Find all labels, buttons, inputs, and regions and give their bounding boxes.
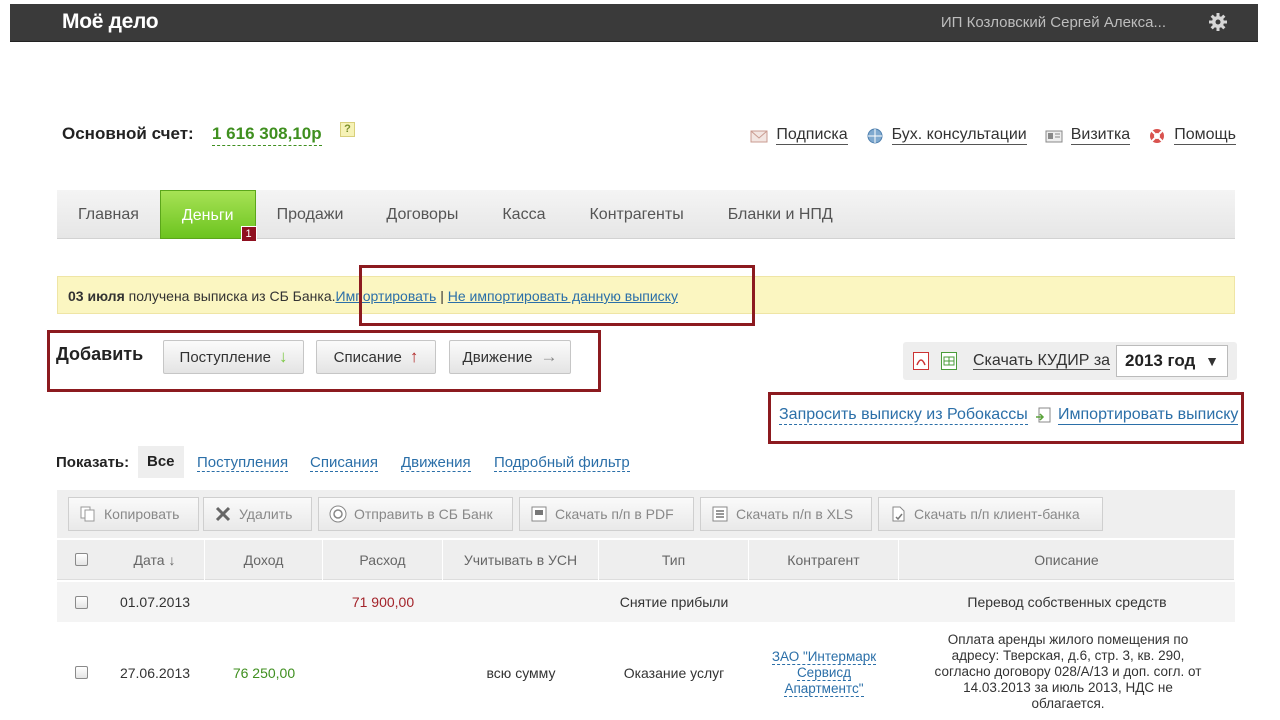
- row-usn: всю сумму: [486, 665, 556, 681]
- download-client-bank-label: Скачать п/п клиент-банка: [914, 506, 1080, 522]
- delete-button[interactable]: Удалить: [203, 497, 312, 531]
- table-header: Дата ↓ Доход Расход Учитывать в УСН Тип …: [57, 540, 1235, 580]
- subscription-link[interactable]: Подписка: [750, 126, 848, 145]
- pdf-file-icon[interactable]: [913, 352, 929, 370]
- main-nav: Главная Деньги 1 Продажи Договоры Касса …: [57, 190, 1235, 242]
- col-description: Описание: [899, 540, 1235, 580]
- xls-icon: [712, 506, 728, 522]
- send-to-bank-button[interactable]: Отправить в СБ Банк: [318, 497, 513, 531]
- copy-button[interactable]: Копировать: [68, 497, 199, 531]
- row-date: 01.07.2013: [119, 594, 191, 610]
- account-label: Основной счет:: [62, 124, 194, 143]
- tab-main[interactable]: Главная: [57, 190, 160, 239]
- col-type: Тип: [599, 540, 749, 580]
- download-kudir-link[interactable]: Скачать КУДИР за: [973, 352, 1111, 370]
- row-checkbox[interactable]: [75, 596, 88, 609]
- select-all-checkbox[interactable]: [75, 553, 88, 566]
- tab-money-label: Деньги: [181, 207, 234, 224]
- envelope-icon: [750, 130, 768, 142]
- document-icon: [892, 506, 905, 522]
- table-row[interactable]: 01.07.2013 71 900,00 Снятие прибыли Пере…: [57, 582, 1235, 622]
- highlight-box-statements: [768, 392, 1244, 444]
- filter-detailed[interactable]: Подробный фильтр: [494, 454, 630, 472]
- business-card-link[interactable]: Визитка: [1045, 126, 1131, 145]
- copy-label: Копировать: [104, 506, 180, 522]
- row-counterparty[interactable]: ЗАО "Интермарк Сервисд Апартментс": [761, 649, 887, 697]
- download-client-bank-button[interactable]: Скачать п/п клиент-банка: [878, 497, 1103, 531]
- counterparty-link[interactable]: ЗАО "Интермарк Сервисд Апартментс": [771, 649, 877, 697]
- globe-icon: [867, 128, 883, 143]
- business-card-label: Визитка: [1070, 126, 1131, 145]
- download-pdf-button[interactable]: Скачать п/п в PDF: [519, 497, 694, 531]
- xls-file-icon[interactable]: [941, 352, 957, 370]
- copy-icon: [80, 506, 95, 522]
- tab-money[interactable]: Деньги 1: [159, 190, 257, 242]
- help-question-icon[interactable]: ?: [340, 122, 355, 137]
- user-name[interactable]: ИП Козловский Сергей Алекса...: [941, 14, 1166, 31]
- chevron-down-icon: ▼: [1205, 353, 1219, 369]
- col-usn: Учитывать в УСН: [443, 540, 599, 580]
- close-icon: [215, 506, 231, 522]
- tab-forms[interactable]: Бланки и НПД: [706, 190, 855, 239]
- col-income: Доход: [205, 540, 323, 580]
- pdf-icon: [531, 506, 547, 522]
- row-description: Перевод собственных средств: [967, 594, 1167, 610]
- table-row[interactable]: 27.06.2013 76 250,00 всю сумму Оказание …: [57, 622, 1235, 720]
- gear-icon[interactable]: [1208, 12, 1228, 32]
- app-logo[interactable]: Моё дело: [62, 10, 159, 34]
- lifebuoy-icon: [1150, 128, 1165, 143]
- notification-badge: 1: [240, 226, 257, 242]
- filter-incomes[interactable]: Поступления: [197, 454, 289, 472]
- row-income: 76 250,00: [232, 665, 296, 681]
- kudir-panel: Скачать КУДИР за 2013 год ▼: [903, 342, 1237, 380]
- help-link[interactable]: Помощь: [1148, 126, 1236, 145]
- notice-date: 03 июля: [68, 288, 125, 304]
- tab-sales[interactable]: Продажи: [256, 190, 365, 239]
- tab-cash[interactable]: Касса: [480, 190, 567, 239]
- row-type: Снятие прибыли: [619, 594, 729, 610]
- notice-text: получена выписка из СБ Банка.: [124, 288, 336, 304]
- action-toolbar: Копировать Удалить Отправить в СБ Банк С…: [57, 490, 1235, 538]
- delete-label: Удалить: [239, 506, 293, 522]
- year-select-value: 2013 год: [1125, 351, 1196, 370]
- year-select[interactable]: 2013 год ▼: [1116, 345, 1228, 377]
- top-links: Подписка Бух. консультации Визитка Помощ…: [750, 126, 1236, 145]
- download-xls-label: Скачать п/п в XLS: [736, 506, 854, 522]
- filter-transfers[interactable]: Движения: [401, 454, 471, 472]
- bank-icon: [329, 505, 347, 523]
- send-to-bank-label: Отправить в СБ Банк: [354, 506, 493, 522]
- row-expense: 71 900,00: [351, 594, 415, 610]
- highlight-box-import: [359, 265, 755, 326]
- download-pdf-label: Скачать п/п в PDF: [555, 506, 674, 522]
- help-label: Помощь: [1174, 126, 1236, 145]
- row-description: Оплата аренды жилого помещения по адресу…: [934, 632, 1202, 711]
- tab-contracts[interactable]: Договоры: [364, 190, 480, 239]
- col-date[interactable]: Дата ↓: [105, 540, 205, 580]
- consultations-link[interactable]: Бух. консультации: [866, 126, 1027, 145]
- filter-expenses[interactable]: Списания: [310, 454, 378, 472]
- col-counterparty: Контрагент: [749, 540, 899, 580]
- row-date: 27.06.2013: [119, 665, 191, 681]
- tab-counterparties[interactable]: Контрагенты: [567, 190, 705, 239]
- row-checkbox[interactable]: [75, 666, 88, 679]
- filter-all[interactable]: Все: [138, 446, 184, 478]
- account-balance[interactable]: 1 616 308,10р: [212, 124, 322, 146]
- top-bar: Моё дело ИП Козловский Сергей Алекса...: [10, 4, 1258, 42]
- row-type: Оказание услуг: [623, 665, 725, 681]
- consultations-label: Бух. консультации: [891, 126, 1027, 145]
- card-icon: [1045, 130, 1063, 142]
- download-xls-button[interactable]: Скачать п/п в XLS: [700, 497, 872, 531]
- subscription-label: Подписка: [776, 126, 848, 145]
- highlight-box-add: [47, 330, 601, 392]
- col-expense: Расход: [323, 540, 443, 580]
- show-label: Показать:: [56, 454, 130, 471]
